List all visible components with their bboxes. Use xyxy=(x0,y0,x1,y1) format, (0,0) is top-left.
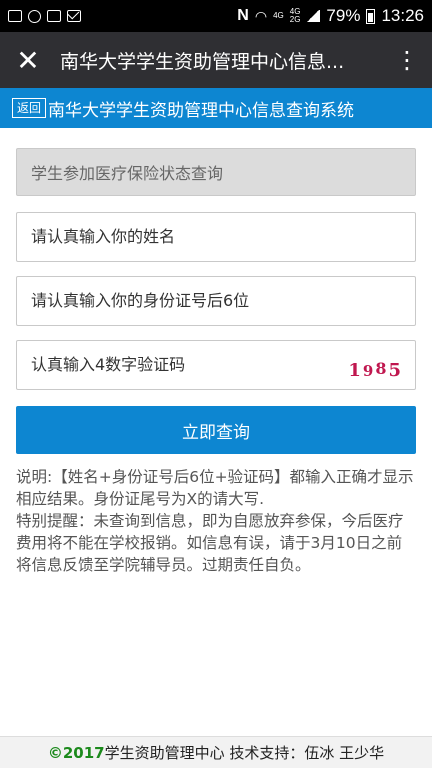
wifi-icon: ◠ xyxy=(254,7,268,24)
instructions-line-1: 说明:【姓名+身份证号后6位+验证码】都输入正确才显示相应结果。身份证尾号为X的… xyxy=(16,468,414,508)
app-title: 南华大学学生资助管理中心信息... xyxy=(60,50,345,73)
site-title: 南华大学学生资助管理中心信息查询系统 xyxy=(48,100,355,121)
captcha-input-placeholder: 认真输入4数字验证码 xyxy=(31,355,186,374)
net-type-label: 4G xyxy=(273,11,284,20)
query-type-field: 学生参加医疗保险状态查询 xyxy=(16,148,416,196)
net-type-stack: 4G 2G xyxy=(290,8,301,24)
captcha-digit-3: 8 xyxy=(375,359,389,378)
sync-icon xyxy=(28,9,41,23)
more-vertical-icon[interactable]: ⋮ xyxy=(382,32,432,88)
screenshot-icon xyxy=(8,10,22,22)
footer: ©2017 学生资助管理中心 技术支持：伍冰 王少华 xyxy=(0,736,432,768)
site-header: 返回 南华大学学生资助管理中心信息查询系统 xyxy=(0,88,432,128)
submit-button[interactable]: 立即查询 xyxy=(16,406,416,454)
captcha-digit-4: 5 xyxy=(388,360,403,381)
app-bar: ✕ 南华大学学生资助管理中心信息... ⋮ xyxy=(0,32,432,88)
captcha-input[interactable]: 认真输入4数字验证码 1985 xyxy=(16,340,416,390)
id-input[interactable]: 请认真输入你的身份证号后6位 xyxy=(16,276,416,326)
status-icons-right: N ◠ 4G 4G 2G 79% 13:26 xyxy=(237,6,424,26)
captcha-image[interactable]: 1985 xyxy=(348,359,403,381)
signal-icon xyxy=(306,10,321,22)
nfc-icon: N xyxy=(237,7,249,24)
close-icon[interactable]: ✕ xyxy=(0,32,56,88)
instructions: 说明:【姓名+身份证号后6位+验证码】都输入正确才显示相应结果。身份证尾号为X的… xyxy=(16,466,416,576)
battery-icon xyxy=(366,8,376,24)
query-form: 学生参加医疗保险状态查询 请认真输入你的姓名 请认真输入你的身份证号后6位 认真… xyxy=(16,148,416,454)
net-type-label-3: 2G xyxy=(289,15,301,24)
clock: 13:26 xyxy=(381,6,424,25)
status-bar: N ◠ 4G 4G 2G 79% 13:26 xyxy=(0,0,432,32)
news-icon xyxy=(47,10,61,22)
footer-text: 学生资助管理中心 技术支持：伍冰 王少华 xyxy=(104,744,385,762)
captcha-digit-1: 1 xyxy=(348,360,363,381)
battery-percent: 79% xyxy=(326,6,361,25)
mail-icon xyxy=(67,10,81,22)
back-button[interactable]: 返回 xyxy=(12,98,47,118)
status-icons-left xyxy=(8,9,81,23)
name-input[interactable]: 请认真输入你的姓名 xyxy=(16,212,416,262)
captcha-digit-2: 9 xyxy=(362,362,376,380)
footer-copyright: ©2017 xyxy=(47,743,105,762)
instructions-line-2: 特别提醒：未查询到信息，即为自愿放弃参保，今后医疗费用将不能在学校报销。如信息有… xyxy=(16,512,404,574)
